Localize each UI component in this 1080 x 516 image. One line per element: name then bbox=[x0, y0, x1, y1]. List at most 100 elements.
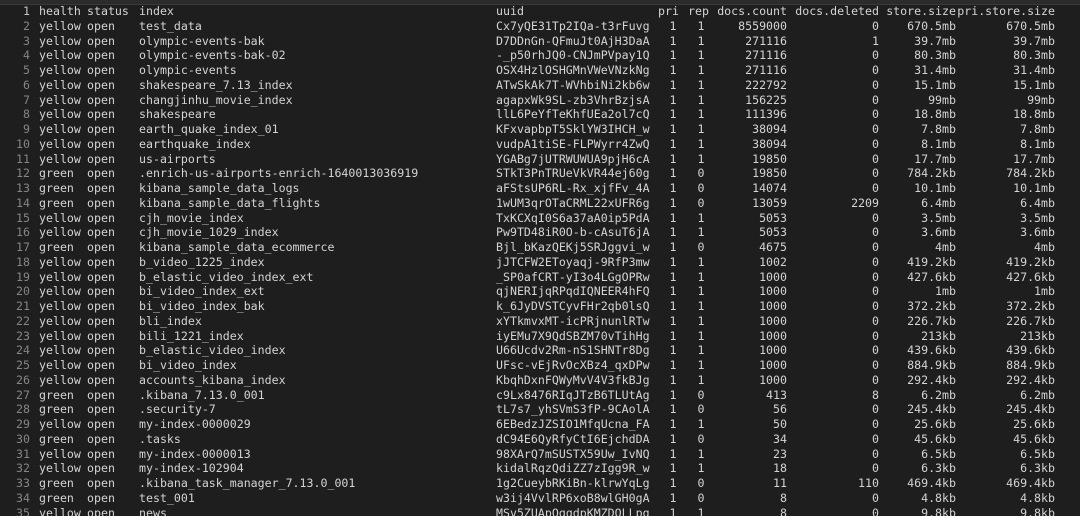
cell-uuid: YGABg7jUTRWUWUA9pjH6cA bbox=[496, 151, 650, 166]
cell-docs-deleted: 0 bbox=[872, 343, 879, 358]
cell-pri-store-size: 10.1mb bbox=[1013, 181, 1055, 195]
cell-health: yellow bbox=[39, 225, 81, 240]
cell-rep: 1 bbox=[697, 92, 705, 107]
cell-pri: 1 bbox=[669, 92, 677, 107]
cell-status: open bbox=[87, 225, 115, 240]
line-number: 33 bbox=[16, 476, 30, 490]
cell-index-name: changjinhu_movie_index bbox=[139, 92, 293, 107]
cell-rep: 0 bbox=[697, 240, 705, 254]
cell-docs-deleted: 0 bbox=[872, 225, 879, 240]
cell-index-name: bli_index bbox=[139, 313, 202, 328]
cell-store-size: 31.4mb bbox=[914, 63, 956, 77]
cell-rep: 0 bbox=[697, 402, 705, 417]
cell-pri: 1 bbox=[669, 372, 677, 387]
cell-rep: 0 bbox=[697, 181, 705, 195]
cell-pri: 1 bbox=[669, 181, 677, 195]
cell-docs-count: 1000 bbox=[759, 372, 787, 387]
cell-pri: 1 bbox=[669, 358, 677, 372]
cell-docs-deleted: 0 bbox=[872, 18, 879, 33]
cell-pri-store-size: 18.8mb bbox=[1013, 107, 1055, 122]
cell-docs-deleted: 0 bbox=[872, 490, 879, 505]
cell-rep: 1 bbox=[697, 269, 705, 284]
cell-uuid: aFStsUP6RL-Rx_xjfFv_4A bbox=[496, 181, 650, 195]
cell-health: yellow bbox=[39, 328, 81, 343]
cell-uuid: Pw9TD48iR0O-b-cAsuT6jA bbox=[496, 225, 650, 240]
cell-index-name: cjh_movie_index bbox=[139, 210, 244, 225]
cell-docs-count: 14074 bbox=[752, 181, 787, 195]
cell-health: green bbox=[39, 490, 74, 505]
cell-status: open bbox=[87, 181, 115, 195]
cell-store-size: 10.1mb bbox=[914, 181, 956, 195]
cell-index-name: bi_video_index_bak bbox=[139, 299, 265, 313]
cell-docs-deleted: 0 bbox=[872, 77, 879, 92]
cell-index-name: shakespeare_7.13_index bbox=[139, 77, 293, 92]
table-row: 18 yellow open b_video_1225_index jJTCFW2ETo… bbox=[0, 255, 1064, 270]
cell-store-size: 419.2kb bbox=[907, 254, 956, 269]
line-number: 25 bbox=[16, 358, 30, 372]
cell-pri: 1 bbox=[669, 446, 677, 461]
cell-uuid: llL6PeYfTeKhfUEa2ol7cQ bbox=[496, 107, 650, 122]
line-number: 16 bbox=[16, 225, 30, 240]
cell-docs-deleted: 0 bbox=[872, 166, 879, 181]
cell-pri-store-size: 6.5kb bbox=[1020, 446, 1055, 461]
cell-rep: 1 bbox=[697, 122, 705, 136]
cell-status: open bbox=[87, 136, 115, 151]
cell-index-name: my-index-0000029 bbox=[139, 417, 251, 431]
cell-pri-store-size: 31.4mb bbox=[1013, 63, 1055, 77]
cell-docs-count: 111396 bbox=[745, 107, 787, 122]
cell-store-size: 15.1mb bbox=[914, 77, 956, 92]
cell-store-size: 245.4kb bbox=[907, 402, 956, 417]
cell-health: yellow bbox=[39, 269, 81, 284]
cell-docs-count: 1000 bbox=[759, 313, 787, 328]
line-number: 34 bbox=[16, 490, 30, 505]
cell-pri: 1 bbox=[669, 63, 677, 77]
cell-index-name: accounts_kibana_index bbox=[139, 372, 286, 387]
cell-pri: 1 bbox=[669, 343, 677, 358]
cell-uuid: MSv5ZUApQgqdpKMZDOLLpg bbox=[496, 505, 650, 516]
table-row: 7 yellow open changjinhu_movie_index agapxWk… bbox=[0, 93, 1064, 108]
cell-health: yellow bbox=[39, 92, 81, 107]
cell-health: green bbox=[39, 240, 74, 254]
cell-docs-count: 1000 bbox=[759, 284, 787, 299]
cell-uuid: k_6JyDVSTCyvFHr2qb0lsQ bbox=[496, 299, 650, 313]
cell-store-size: 439.6kb bbox=[907, 343, 956, 358]
cell-docs-deleted: 0 bbox=[872, 92, 879, 107]
cell-store-size: 4.8kb bbox=[921, 490, 956, 505]
cell-docs-count: 5053 bbox=[759, 225, 787, 240]
cell-rep: 1 bbox=[697, 63, 705, 77]
cell-pri-store-size: 3.6mb bbox=[1020, 225, 1055, 240]
cell-rep: 1 bbox=[697, 77, 705, 92]
cell-pri-store-size: 469.4kb bbox=[1006, 476, 1055, 490]
table-row: 4 yellow open olympic-events-bak-02 -_p50rhJ… bbox=[0, 48, 1064, 63]
line-number: 29 bbox=[16, 417, 30, 431]
cell-rep: 1 bbox=[697, 358, 705, 372]
cell-docs-deleted: 0 bbox=[872, 299, 879, 313]
cell-index-name: us-airports bbox=[139, 151, 216, 166]
table-row: 30 green open .tasks dC94E6QyRfyCtI6EjchdDA 1… bbox=[0, 432, 1064, 447]
cell-docs-count: 38094 bbox=[752, 122, 787, 136]
cell-uuid: KFxvapbpT5SklYW3IHCH_w bbox=[496, 122, 650, 136]
cell-rep: 1 bbox=[697, 299, 705, 313]
cell-docs-count: 8 bbox=[780, 505, 787, 516]
cell-docs-count: 34 bbox=[773, 431, 787, 446]
cell-health: green bbox=[39, 387, 74, 402]
cell-docs-count: 1000 bbox=[759, 328, 787, 343]
cell-index-name: b_elastic_video_index_ext bbox=[139, 269, 314, 284]
cell-status: open bbox=[87, 107, 115, 122]
cell-rep: 0 bbox=[697, 166, 705, 181]
cell-uuid: c9Lx8476RIqJTzB6TLUtAg bbox=[496, 387, 650, 402]
table-row: 3 yellow open olympic-events-bak D7DDnGn-QFm… bbox=[0, 34, 1064, 49]
cell-rep: 0 bbox=[697, 476, 705, 490]
table-row: 35 yellow open news MSv5ZUApQgqdpKMZDOLLpg 1 1… bbox=[0, 506, 1064, 516]
cell-pri: 1 bbox=[669, 48, 677, 63]
cell-pri: 1 bbox=[669, 461, 677, 476]
cell-status: open bbox=[87, 33, 115, 48]
cell-health: yellow bbox=[39, 254, 81, 269]
line-number: 1 bbox=[23, 4, 30, 18]
line-number: 14 bbox=[16, 195, 30, 210]
cell-docs-count: 1000 bbox=[759, 299, 787, 313]
cell-store-size: 372.2kb bbox=[907, 299, 956, 313]
line-number: 35 bbox=[16, 505, 30, 516]
cell-docs-deleted: 0 bbox=[872, 505, 879, 516]
cell-docs-count: 271116 bbox=[745, 48, 787, 63]
